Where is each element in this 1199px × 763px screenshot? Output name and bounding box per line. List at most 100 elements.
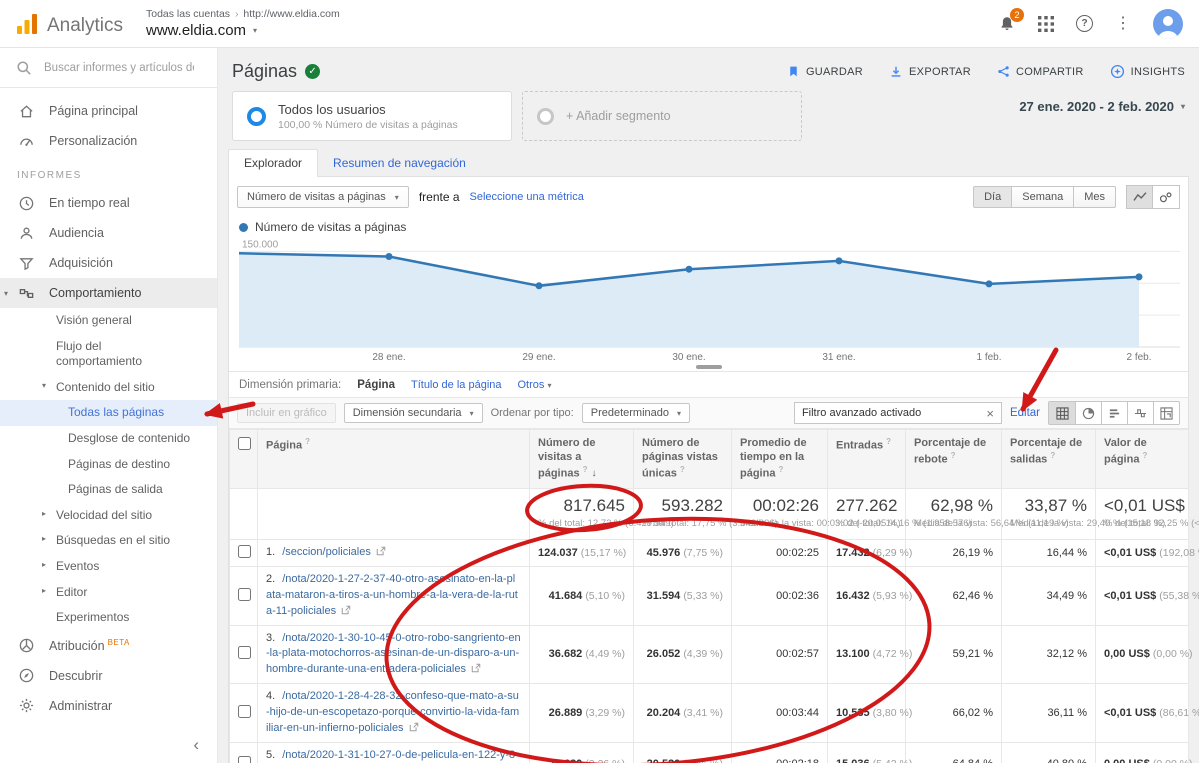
metric-selector[interactable]: Número de visitas a páginas ▾ [237,186,409,208]
cell-avg-time: 00:02:18 [732,743,828,763]
row-checkbox[interactable] [238,756,251,763]
tab-explorer[interactable]: Explorador [228,149,318,177]
sidebar-item-site-content[interactable]: ▾ Contenido del sitio [0,375,217,401]
table-view-button[interactable] [1049,402,1075,424]
open-in-new-icon[interactable] [471,663,481,673]
page-link[interactable]: /nota/2020-1-28-4-28-32-confeso-que-mato… [266,690,519,734]
row-checkbox[interactable] [238,705,251,718]
apps-grid-button[interactable] [1038,16,1054,32]
segment-subtitle: 100,00 % Número de visitas a páginas [278,119,458,131]
granularity-month-button[interactable]: Mes [1074,186,1116,208]
sidebar-item-attribution[interactable]: AtribuciónBETA [0,631,217,661]
dimension-other[interactable]: Otros ▾ [518,379,552,391]
caret-down-icon: ▾ [677,409,681,418]
row-checkbox[interactable] [238,646,251,659]
sidebar-item-site-speed[interactable]: ▸ Velocidad del sitio [0,503,217,529]
sidebar-item-landing-pages[interactable]: Páginas de destino [0,452,217,478]
row-checkbox[interactable] [238,545,251,558]
page-link[interactable]: /nota/2020-1-30-10-45-0-otro-robo-sangri… [266,632,521,676]
open-in-new-icon[interactable] [341,605,351,615]
add-segment-button[interactable]: + Añadir segmento [522,91,802,141]
open-in-new-icon[interactable] [409,722,419,732]
caret-down-icon: ▾ [1181,102,1185,111]
page-link[interactable]: /nota/2020-1-31-10-27-0-de-pelicula-en-1… [266,749,519,763]
sidebar-item-personalization[interactable]: Personalización [0,126,217,156]
avatar[interactable] [1153,9,1183,39]
sidebar-item-label: Todas las páginas [68,405,164,421]
tab-navigation-summary[interactable]: Resumen de navegación [318,150,481,177]
granularity-week-button[interactable]: Semana [1012,186,1074,208]
chevron-down-icon: ▾ [253,26,257,35]
export-button-label: EXPORTAR [909,66,971,78]
plot-rows-button[interactable]: Incluir en gráfico [237,403,336,423]
vertical-dots-icon: ⋮ [1115,16,1131,32]
sidebar-item-site-search[interactable]: ▸ Búsquedas en el sitio [0,528,217,554]
column-header-bounce-rate[interactable]: Porcentaje de rebote? [906,430,1002,489]
sidebar-item-overview[interactable]: Visión general [0,308,217,334]
analytics-logo[interactable]: Analytics [0,13,138,35]
page-link[interactable]: /seccion/policiales [282,546,371,558]
row-checkbox[interactable] [238,588,251,601]
secondary-dimension-button[interactable]: Dimensión secundaria ▾ [344,403,483,423]
dimension-page[interactable]: Página [357,379,395,391]
pivot-view-button[interactable] [1153,402,1179,424]
row-number: 3. [266,632,275,644]
dimension-page-title[interactable]: Título de la página [411,379,502,391]
sidebar-item-home[interactable]: Página principal [0,96,217,126]
insights-icon [1110,64,1125,79]
sort-type-selector[interactable]: Predeterminado ▾ [582,403,690,423]
close-icon[interactable]: × [986,407,994,420]
select-all-checkbox[interactable] [238,437,251,450]
sidebar-item-all-pages[interactable]: Todas las páginas [0,400,217,426]
chart-scrollbar-thumb[interactable] [696,365,722,369]
search-input[interactable] [44,62,194,74]
export-button[interactable]: EXPORTAR [889,65,971,79]
motion-chart-toggle[interactable] [1153,185,1180,209]
sidebar-item-behavior[interactable]: ▾ Comportamiento [0,278,217,308]
sidebar-collapse-button[interactable]: ‹ [183,733,209,757]
column-header-exit-rate[interactable]: Porcentaje de salidas? [1002,430,1096,489]
sidebar-item-realtime[interactable]: En tiempo real [0,188,217,218]
comparison-view-button[interactable] [1127,402,1153,424]
insights-button[interactable]: INSIGHTS [1110,64,1185,79]
sidebar-item-acquisition[interactable]: Adquisición [0,248,217,278]
overflow-menu-button[interactable]: ⋮ [1115,16,1131,32]
cell-bounce-rate: 59,21 % [906,625,1002,684]
granularity-day-button[interactable]: Día [973,186,1012,208]
summary-exit-rate: 33,87 %Media de la vista: 29,40 % (15,18… [1002,488,1096,539]
page-link[interactable]: /nota/2020-1-27-2-37-40-otro-asesinato-e… [266,573,518,617]
notifications-button[interactable]: 2 [998,15,1016,33]
sidebar-item-behavior-flow[interactable]: Flujo del comportamiento [0,334,217,375]
open-in-new-icon[interactable] [376,546,386,556]
svg-text:1 feb.: 1 feb. [976,352,1001,363]
sidebar-item-exit-pages[interactable]: Páginas de salida [0,477,217,503]
percentage-view-button[interactable] [1075,402,1101,424]
help-button[interactable]: ? [1076,15,1093,32]
sidebar-item-discover[interactable]: Descubrir [0,661,217,691]
sidebar-item-audience[interactable]: Audiencia [0,218,217,248]
sidebar-item-events[interactable]: ▸ Eventos [0,554,217,580]
column-header-unique-pageviews[interactable]: Número de páginas vistas únicas? [634,430,732,489]
date-range-selector[interactable]: 27 ene. 2020 - 2 feb. 2020 ▾ [1019,91,1185,114]
sidebar-item-admin[interactable]: Administrar [0,691,217,721]
column-header-avg-time[interactable]: Promedio de tiempo en la página? [732,430,828,489]
column-header-page-value[interactable]: Valor de página? [1096,430,1189,489]
edit-filter-link[interactable]: Editar [1010,407,1040,419]
segment-all-users[interactable]: Todos los usuarios 100,00 % Número de vi… [232,91,512,141]
advanced-filter-chip[interactable]: Filtro avanzado activado × [794,402,1002,424]
column-header-entrances[interactable]: Entradas? [828,430,906,489]
save-button[interactable]: GUARDAR [787,65,863,78]
breadcrumb-property-url[interactable]: http://www.eldia.com [243,8,339,20]
performance-view-button[interactable] [1101,402,1127,424]
line-chart-toggle[interactable] [1126,185,1153,209]
sidebar-item-publisher[interactable]: ▸ Editor [0,580,217,606]
select-metric-link[interactable]: Seleccione una métrica [470,191,584,203]
column-header-pageviews[interactable]: Número de visitas a páginas?↓ [530,430,634,489]
column-header-page[interactable]: Página? [258,430,530,489]
sidebar-item-experiments[interactable]: Experimentos [0,605,217,631]
sidebar-item-content-drilldown[interactable]: Desglose de contenido [0,426,217,452]
share-button[interactable]: COMPARTIR [997,65,1084,78]
property-selector[interactable]: www.eldia.com ▾ [146,22,340,39]
breadcrumb-account[interactable]: Todas las cuentas [146,8,230,20]
cell-bounce-rate: 66,02 % [906,684,1002,743]
